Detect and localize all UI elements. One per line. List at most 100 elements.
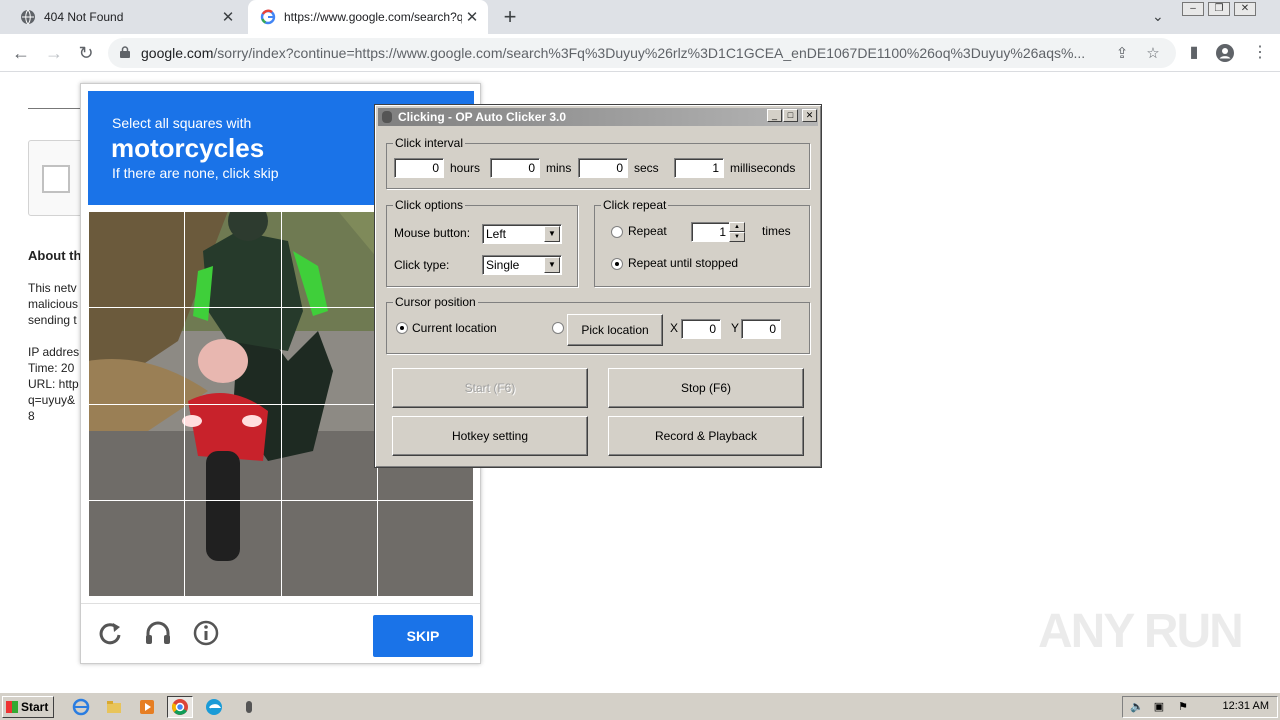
grid-tile[interactable] bbox=[88, 307, 185, 405]
lock-icon bbox=[120, 46, 130, 58]
window-title-bar[interactable]: Clicking - OP Auto Clicker 3.0 bbox=[378, 108, 818, 126]
action-center-flag-icon[interactable]: ⚑ bbox=[1175, 700, 1191, 716]
google-icon bbox=[260, 9, 276, 25]
repeat-count-spinner[interactable]: ▲ ▼ bbox=[729, 222, 745, 242]
dropdown-arrow-icon[interactable]: ▼ bbox=[544, 257, 560, 273]
grid-tile[interactable] bbox=[281, 307, 378, 405]
more-menu-icon[interactable]: ⋮ bbox=[1249, 42, 1271, 64]
spin-down-icon[interactable]: ▼ bbox=[729, 232, 745, 242]
start-button[interactable]: Start bbox=[2, 696, 54, 718]
edge-icon[interactable] bbox=[201, 696, 227, 718]
milliseconds-label: milliseconds bbox=[730, 161, 796, 175]
star-icon[interactable]: ☆ bbox=[1144, 44, 1162, 62]
skip-button[interactable]: SKIP bbox=[373, 615, 473, 657]
close-icon[interactable]: ✕ bbox=[802, 109, 817, 122]
info-icon[interactable] bbox=[191, 618, 221, 648]
request-info: IP addres Time: 20 URL: http q=uyuy& 8 bbox=[28, 344, 79, 424]
grid-tile[interactable] bbox=[184, 404, 282, 501]
dropdown-arrow-icon[interactable]: ▼ bbox=[544, 226, 560, 242]
headphones-icon[interactable] bbox=[143, 618, 173, 648]
back-arrow-icon[interactable]: ← bbox=[10, 42, 32, 64]
url-host: google.com bbox=[141, 45, 214, 61]
forward-arrow-icon[interactable]: → bbox=[43, 42, 65, 64]
tab-404-not-found[interactable]: 404 Not Found ✕ bbox=[8, 0, 244, 34]
hours-input[interactable]: 0 bbox=[394, 158, 444, 178]
grid-tile[interactable] bbox=[184, 307, 282, 405]
y-coordinate-input[interactable]: 0 bbox=[741, 319, 781, 339]
chrome-icon[interactable] bbox=[167, 696, 193, 718]
repeat-label: Repeat bbox=[628, 224, 667, 238]
grid-tile[interactable] bbox=[281, 500, 378, 597]
media-player-icon[interactable] bbox=[134, 696, 160, 718]
mins-input[interactable]: 0 bbox=[490, 158, 540, 178]
minimize-icon[interactable]: _ bbox=[767, 109, 782, 122]
profile-icon[interactable] bbox=[1214, 42, 1236, 64]
group-label: Click options bbox=[393, 198, 466, 212]
system-tray: 🔈 ▣ ⚑ 12:31 AM bbox=[1122, 696, 1278, 718]
share-icon[interactable]: ⇪ bbox=[1113, 44, 1131, 62]
grid-tile[interactable] bbox=[184, 211, 282, 308]
window-title: Clicking - OP Auto Clicker 3.0 bbox=[398, 110, 567, 124]
close-tab-icon[interactable]: ✕ bbox=[218, 8, 238, 26]
reload-icon[interactable]: ↻ bbox=[75, 42, 97, 64]
maximize-icon[interactable]: □ bbox=[783, 109, 798, 122]
anyrun-watermark: ANY RUN bbox=[1038, 605, 1244, 658]
grid-tile[interactable] bbox=[88, 500, 185, 597]
recaptcha-checkbox[interactable] bbox=[42, 165, 70, 193]
browser-toolbar: ← → ↻ google.com/sorry/index?continue=ht… bbox=[0, 34, 1280, 72]
grid-tile[interactable] bbox=[88, 404, 185, 501]
record-playback-button[interactable]: Record & Playback bbox=[608, 416, 804, 456]
x-coordinate-input[interactable]: 0 bbox=[681, 319, 721, 339]
file-explorer-icon[interactable] bbox=[101, 696, 127, 718]
address-bar[interactable]: google.com/sorry/index?continue=https://… bbox=[108, 38, 1176, 68]
restore-window-icon[interactable]: ❐ bbox=[1208, 2, 1230, 16]
side-panel-icon[interactable]: ▮ bbox=[1183, 42, 1205, 64]
times-label: times bbox=[762, 224, 791, 238]
grid-tile[interactable] bbox=[281, 211, 378, 308]
reload-challenge-icon[interactable] bbox=[95, 618, 125, 648]
milliseconds-input[interactable]: 1 bbox=[674, 158, 724, 178]
current-location-radio[interactable] bbox=[396, 322, 408, 334]
recaptcha-anchor[interactable] bbox=[28, 140, 88, 216]
grid-tile[interactable] bbox=[184, 500, 282, 597]
url-path: /sorry/index?continue=https://www.google… bbox=[213, 45, 1086, 61]
group-label: Cursor position bbox=[393, 295, 478, 309]
paragraph-line: sending t bbox=[28, 313, 77, 327]
mouse-button-select[interactable]: Left ▼ bbox=[482, 224, 562, 244]
secs-label: secs bbox=[634, 161, 659, 175]
spin-up-icon[interactable]: ▲ bbox=[729, 222, 745, 232]
new-tab-icon[interactable]: + bbox=[498, 4, 522, 30]
tab-google-search[interactable]: https://www.google.com/search?q= ✕ bbox=[248, 0, 488, 34]
grid-tile[interactable] bbox=[88, 211, 185, 308]
grid-tile[interactable] bbox=[281, 404, 378, 501]
click-options-group: Click options Mouse button: Left ▼ Click… bbox=[386, 198, 578, 287]
tab-title: 404 Not Found bbox=[44, 10, 124, 24]
repeat-count-input[interactable]: 1 bbox=[691, 222, 731, 242]
y-label: Y bbox=[731, 321, 740, 335]
minimize-window-icon[interactable]: – bbox=[1182, 2, 1204, 16]
internet-explorer-icon[interactable] bbox=[68, 696, 94, 718]
info-line: Time: 20 bbox=[28, 361, 75, 375]
grid-tile[interactable] bbox=[377, 500, 474, 597]
hours-label: hours bbox=[450, 161, 481, 175]
stop-button[interactable]: Stop (F6) bbox=[608, 368, 804, 408]
secs-input[interactable]: 0 bbox=[578, 158, 628, 178]
info-line: 8 bbox=[28, 409, 35, 423]
click-type-select[interactable]: Single ▼ bbox=[482, 255, 562, 275]
windows-logo-icon bbox=[6, 701, 18, 713]
network-icon[interactable]: ▣ bbox=[1151, 700, 1167, 716]
pick-location-radio[interactable] bbox=[552, 322, 564, 334]
chevron-down-icon[interactable]: ⌄ bbox=[1152, 8, 1170, 26]
repeat-radio[interactable] bbox=[611, 226, 623, 238]
repeat-until-stopped-radio[interactable] bbox=[611, 258, 623, 270]
volume-icon[interactable]: 🔈 bbox=[1129, 700, 1145, 716]
group-label: Click repeat bbox=[601, 198, 669, 212]
hotkey-setting-button[interactable]: Hotkey setting bbox=[392, 416, 588, 456]
close-tab-icon[interactable]: ✕ bbox=[462, 8, 482, 26]
group-label: Click interval bbox=[393, 136, 466, 150]
start-button[interactable]: Start (F6) bbox=[392, 368, 588, 408]
pick-location-button[interactable]: Pick location bbox=[567, 314, 663, 346]
globe-icon bbox=[21, 9, 35, 25]
auto-clicker-taskbar-icon[interactable] bbox=[236, 696, 262, 718]
close-window-icon[interactable]: ✕ bbox=[1234, 2, 1256, 16]
